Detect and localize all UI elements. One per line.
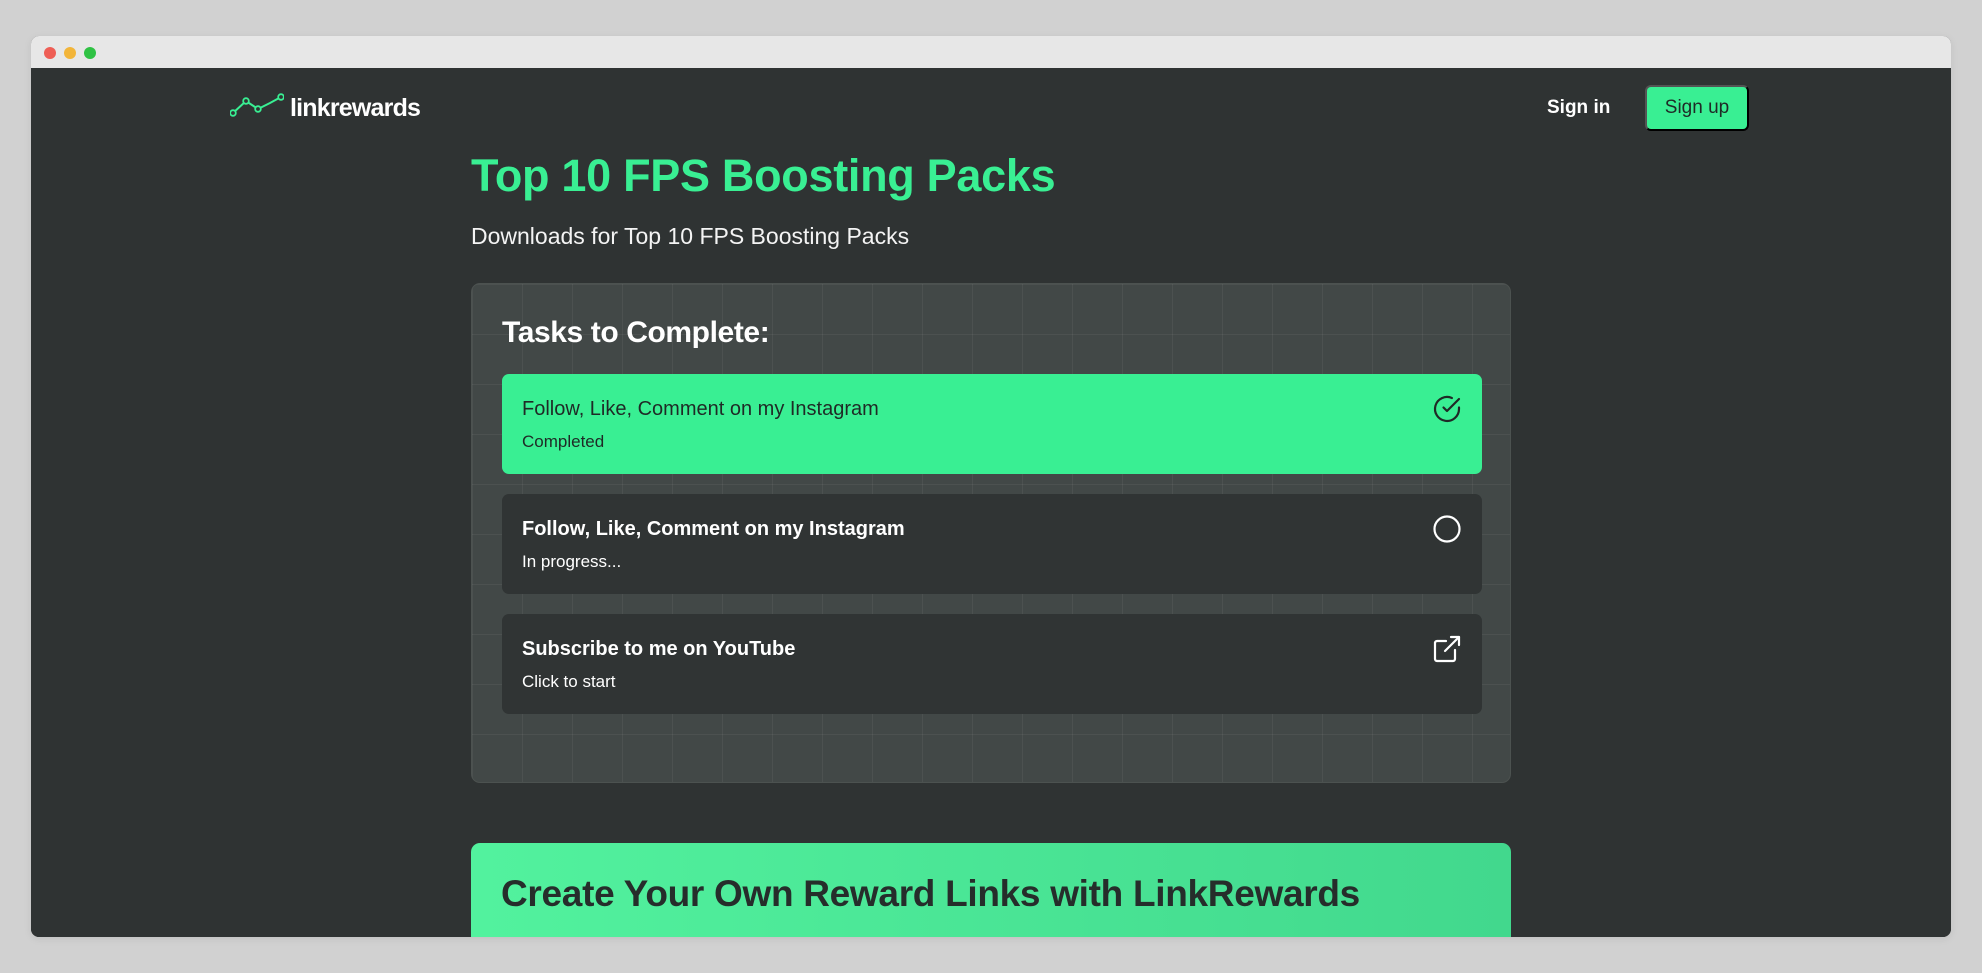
page-content: linkrewards Sign in Sign up Top 10 FPS B… <box>31 68 1951 937</box>
trend-line-icon <box>229 92 285 124</box>
task-youtube-subscribe[interactable]: Subscribe to me on YouTube Click to star… <box>502 614 1482 714</box>
create-reward-links-banner: Create Your Own Reward Links with LinkRe… <box>471 843 1511 937</box>
minimize-window-button[interactable] <box>64 47 76 59</box>
task-instagram-in-progress[interactable]: Follow, Like, Comment on my Instagram In… <box>502 494 1482 594</box>
tasks-panel: Tasks to Complete: Follow, Like, Comment… <box>471 283 1511 783</box>
browser-window: linkrewards Sign in Sign up Top 10 FPS B… <box>31 36 1951 937</box>
page-subtitle: Downloads for Top 10 FPS Boosting Packs <box>471 223 910 249</box>
task-status: Click to start <box>522 672 616 691</box>
check-circle-icon <box>1432 394 1462 424</box>
maximize-window-button[interactable] <box>84 47 96 59</box>
task-title: Subscribe to me on YouTube <box>522 638 796 660</box>
sign-up-button[interactable]: Sign up <box>1645 85 1749 131</box>
page-title: Top 10 FPS Boosting Packs <box>471 150 1056 201</box>
close-window-button[interactable] <box>44 47 56 59</box>
task-title: Follow, Like, Comment on my Instagram <box>522 398 879 420</box>
task-status: Completed <box>522 432 605 451</box>
brand-logo[interactable]: linkrewards <box>229 92 421 124</box>
window-titlebar <box>31 36 1951 68</box>
task-title: Follow, Like, Comment on my Instagram <box>522 518 905 540</box>
circle-icon <box>1432 514 1462 544</box>
sign-in-link[interactable]: Sign in <box>1547 97 1610 119</box>
cta-heading: Create Your Own Reward Links with LinkRe… <box>501 873 1360 914</box>
task-instagram-completed[interactable]: Follow, Like, Comment on my Instagram Co… <box>502 374 1482 474</box>
task-status: In progress... <box>522 552 622 571</box>
tasks-heading: Tasks to Complete: <box>502 316 770 349</box>
external-link-icon <box>1432 634 1462 664</box>
brand-name: linkrewards <box>290 93 421 122</box>
